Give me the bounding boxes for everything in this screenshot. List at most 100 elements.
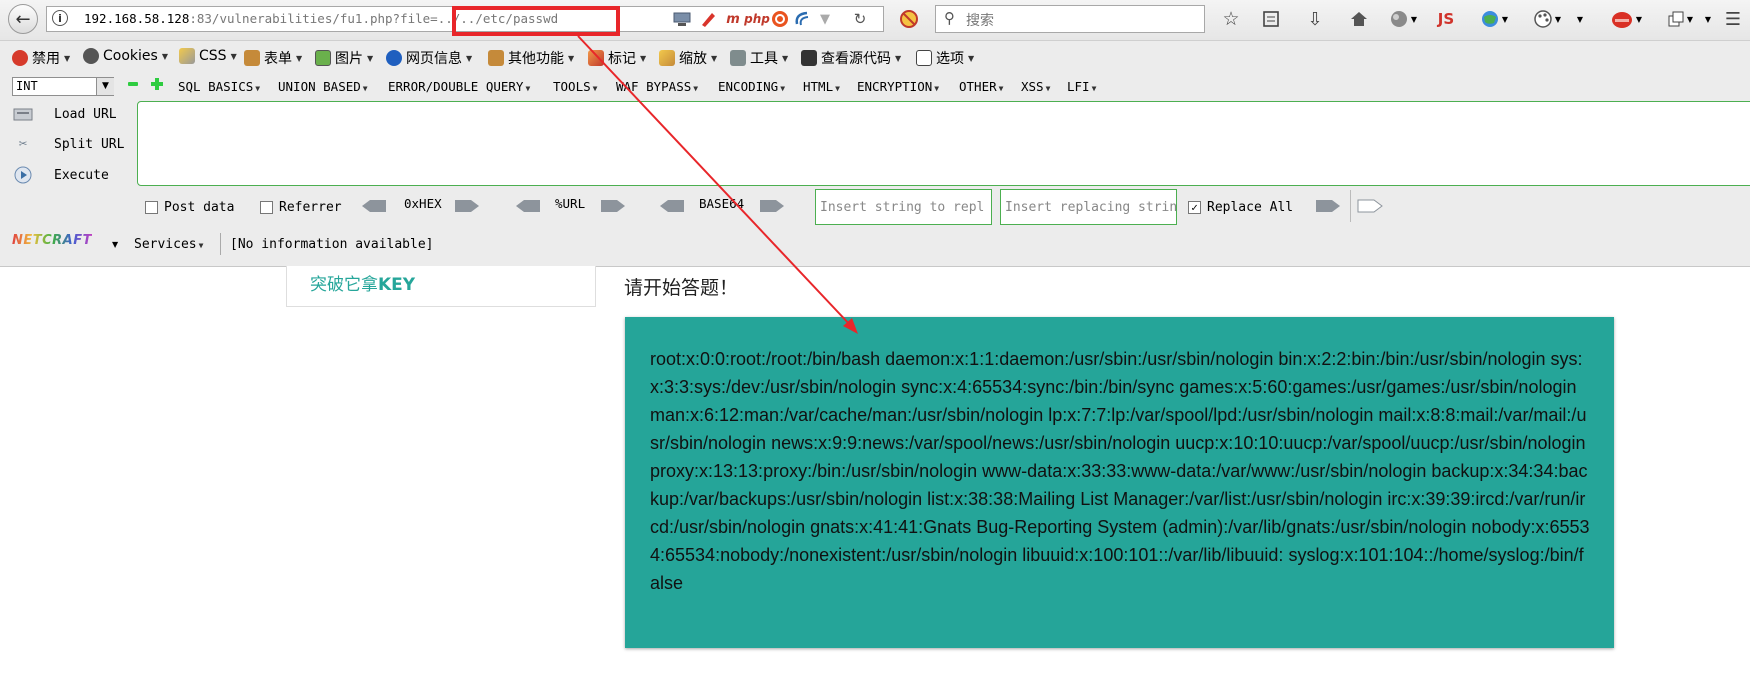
replace-right-arrow-icon[interactable] xyxy=(1356,198,1384,214)
base64-decode-arrow-icon[interactable] xyxy=(658,198,686,214)
pen-icon[interactable] xyxy=(698,9,718,29)
arrow-left-icon: ← xyxy=(15,8,31,30)
palette-icon[interactable]: ▼ xyxy=(1530,9,1564,29)
globe-icon[interactable]: ▼ xyxy=(1386,9,1420,29)
hb-menu-xss[interactable]: XSS ▼ xyxy=(1021,79,1050,94)
hb-menu-waf-bypass[interactable]: WAF BYPASS ▼ xyxy=(616,79,698,94)
info-icon[interactable]: i xyxy=(52,10,68,26)
netcraft-info: [No information available] xyxy=(230,237,434,252)
ubuntu-icon[interactable] xyxy=(770,9,790,29)
load-url-icon xyxy=(12,104,34,124)
wave-icon[interactable] xyxy=(792,9,812,29)
hb-menu-html[interactable]: HTML ▼ xyxy=(803,79,840,94)
insert-string-input[interactable]: Insert string to repl xyxy=(815,189,992,225)
checkbox-box[interactable] xyxy=(145,201,158,214)
marker-icon xyxy=(588,50,604,66)
menu-page-info[interactable]: 网页信息 ▼ xyxy=(386,48,472,68)
overflow-dropdown-icon[interactable]: ▼ xyxy=(1574,9,1586,29)
menu-disable[interactable]: 禁用 ▼ xyxy=(12,48,70,68)
disable-icon xyxy=(12,50,28,66)
red-helmet-icon[interactable]: ▼ xyxy=(1606,9,1646,29)
services-menu[interactable]: Services ▼ xyxy=(134,237,203,252)
select-arrow-icon[interactable]: ▼ xyxy=(96,78,114,95)
url-encode-arrow-icon[interactable] xyxy=(599,198,627,214)
hb-menu-union-based[interactable]: UNION BASED ▼ xyxy=(278,79,368,94)
misc-icon xyxy=(488,50,504,66)
source-icon xyxy=(801,50,817,66)
hb-menu-encryption[interactable]: ENCRYPTION ▼ xyxy=(857,79,939,94)
base64-encode-arrow-icon[interactable] xyxy=(758,198,786,214)
execute-button[interactable]: Execute xyxy=(12,165,109,185)
network-icon[interactable] xyxy=(672,9,692,29)
minus-icon[interactable] xyxy=(128,82,138,86)
menu-options[interactable]: 选项 ▼ xyxy=(916,48,974,68)
split-url-button[interactable]: ✂ Split URL xyxy=(12,134,125,154)
scissors-icon: ✂ xyxy=(18,136,28,152)
dropdown-icon[interactable]: ▼ xyxy=(816,9,834,29)
menu-tools[interactable]: 工具 ▼ xyxy=(730,48,788,68)
home-icon[interactable] xyxy=(1348,9,1370,29)
annotation-highlight-box xyxy=(452,6,620,36)
replace-all-checkbox[interactable]: ✓ Replace All xyxy=(1188,200,1293,215)
hb-menu-other[interactable]: OTHER ▼ xyxy=(959,79,1003,94)
window-icon[interactable]: ▼ xyxy=(1664,9,1696,29)
menu-misc[interactable]: 其他功能 ▼ xyxy=(488,48,574,68)
play-icon xyxy=(12,165,34,185)
hb-menu-error-double-query[interactable]: ERROR/DOUBLE QUERY ▼ xyxy=(388,79,530,94)
hb-menu-encoding[interactable]: ENCODING ▼ xyxy=(718,79,785,94)
netcraft-logo[interactable]: NETCRAFT xyxy=(12,233,92,248)
referrer-checkbox[interactable]: Referrer xyxy=(260,200,342,215)
menu-css[interactable]: CSS ▼ xyxy=(179,48,237,64)
hex-label: 0xHEX xyxy=(404,196,442,211)
checkbox-box[interactable] xyxy=(260,201,273,214)
base64-label: BASE64 xyxy=(699,196,745,211)
block-script-icon[interactable] xyxy=(898,9,920,29)
url-textarea[interactable] xyxy=(137,101,1750,186)
page-prompt: 请开始答题！ xyxy=(624,277,739,299)
hex-decode-arrow-icon[interactable] xyxy=(360,198,388,214)
post-data-checkbox[interactable]: Post data xyxy=(145,200,234,215)
css-icon xyxy=(179,48,195,64)
back-button[interactable]: ← xyxy=(8,4,38,34)
php-icon[interactable]: php xyxy=(744,9,770,29)
hex-encode-arrow-icon[interactable] xyxy=(453,198,481,214)
hb-menu-tools[interactable]: TOOLS ▼ xyxy=(553,79,597,94)
menu-cookies[interactable]: Cookies ▼ xyxy=(83,48,168,64)
image-icon xyxy=(315,50,331,66)
search-icon: ⚲ xyxy=(944,9,955,27)
hb-menu-sql-basics[interactable]: SQL BASICS ▼ xyxy=(178,79,260,94)
menu-forms[interactable]: 表单 ▼ xyxy=(244,48,302,68)
hb-menu-lfi[interactable]: LFI ▼ xyxy=(1067,79,1096,94)
reading-list-icon[interactable] xyxy=(1260,9,1282,29)
netcraft-dropdown-icon[interactable]: ▼ xyxy=(112,240,118,249)
menu-outline[interactable]: 标记 ▼ xyxy=(588,48,646,68)
resize-icon xyxy=(659,50,675,66)
hamburger-menu-icon[interactable]: ☰ xyxy=(1722,9,1744,30)
more-dropdown-icon[interactable]: ▼ xyxy=(1702,9,1714,29)
tools-icon xyxy=(730,50,746,66)
js-icon[interactable]: JS xyxy=(1432,9,1460,29)
menu-images[interactable]: 图片 ▼ xyxy=(315,48,373,68)
divider xyxy=(220,233,221,255)
bookmark-star-icon[interactable]: ☆ xyxy=(1220,8,1242,30)
replace-left-arrow-icon[interactable] xyxy=(1314,198,1342,214)
info-circle-icon xyxy=(386,50,402,66)
menu-view-source[interactable]: 查看源代码 ▼ xyxy=(801,48,901,68)
menu-resize[interactable]: 缩放 ▼ xyxy=(659,48,717,68)
plus-icon[interactable] xyxy=(150,77,164,91)
insert-replacing-input[interactable]: Insert replacing strin xyxy=(1000,189,1177,225)
form-icon xyxy=(244,50,260,66)
load-url-button[interactable]: Load URL xyxy=(12,104,117,124)
divider xyxy=(1350,190,1351,222)
search-input[interactable]: 搜索 xyxy=(966,10,994,30)
mozilla-icon[interactable]: m xyxy=(722,9,744,29)
cookie-icon xyxy=(83,48,99,64)
reload-icon[interactable]: ↻ xyxy=(850,9,870,29)
checkbox-checked[interactable]: ✓ xyxy=(1188,201,1201,214)
challenge-link[interactable]: 突破它拿KEY xyxy=(310,270,415,295)
url-decode-arrow-icon[interactable] xyxy=(514,198,542,214)
url-encoding-label: %URL xyxy=(555,196,586,211)
download-icon[interactable]: ⇩ xyxy=(1304,9,1326,30)
passwd-output: root:x:0:0:root:/root:/bin/bash daemon:x… xyxy=(650,349,1591,593)
colorful-globe-icon[interactable]: ▼ xyxy=(1476,9,1512,29)
